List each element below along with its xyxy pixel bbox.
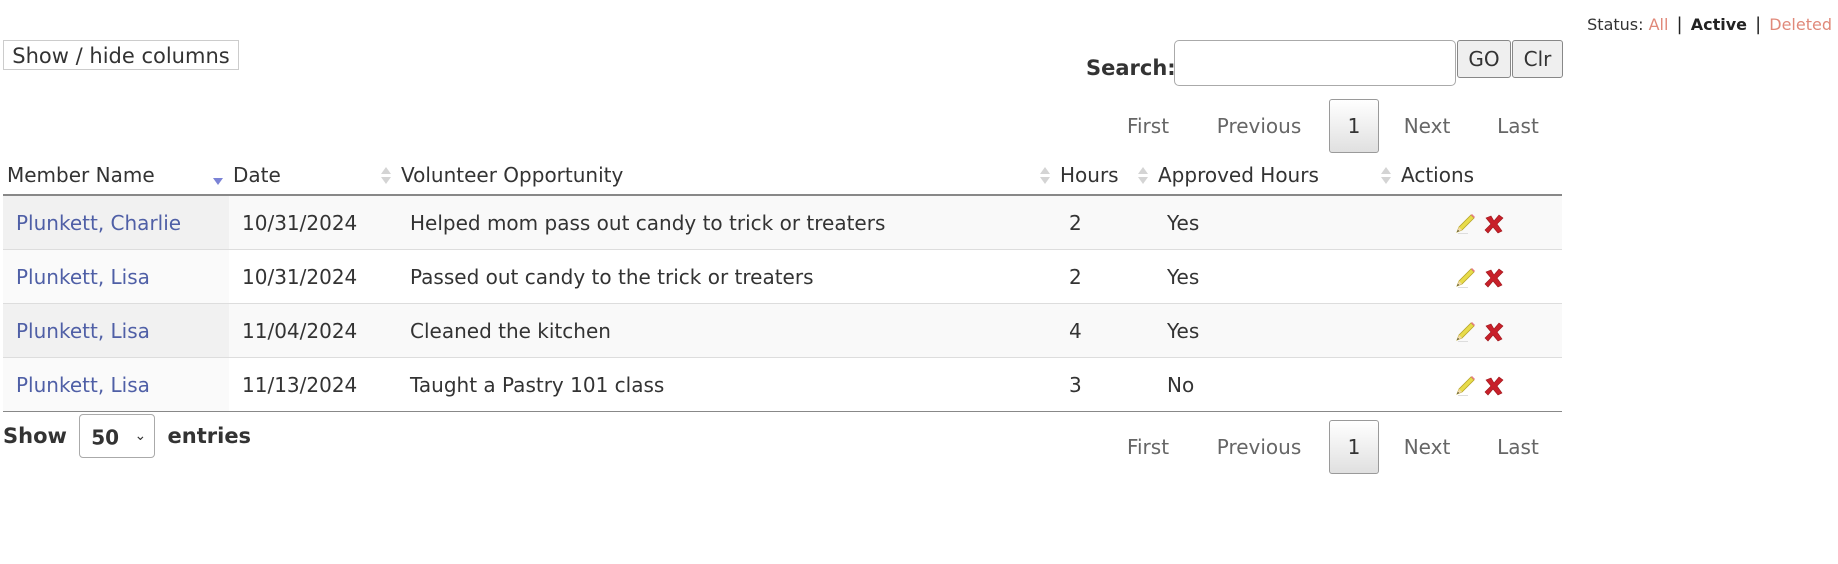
column-label: Hours bbox=[1060, 162, 1119, 187]
length-suffix: entries bbox=[167, 424, 252, 448]
pagination-page-current[interactable]: 1 bbox=[1329, 99, 1379, 153]
column-header-approved-hours[interactable]: Approved Hours bbox=[1154, 155, 1397, 196]
pagination-last[interactable]: Last bbox=[1496, 420, 1540, 474]
member-name-link[interactable]: Plunkett, Lisa bbox=[16, 265, 150, 289]
cell-hours: 3 bbox=[1056, 357, 1154, 412]
cell-date: 10/31/2024 bbox=[229, 195, 397, 250]
status-all-link[interactable]: All bbox=[1649, 15, 1669, 34]
entries-per-page-select[interactable]: 50 ⌄ bbox=[79, 414, 156, 458]
member-name-link[interactable]: Plunkett, Lisa bbox=[16, 373, 150, 397]
pagination-bottom: First Previous 1 Next Last bbox=[1100, 420, 1562, 474]
cell-approved-hours: Yes bbox=[1154, 249, 1397, 304]
cell-member-name: Plunkett, Lisa bbox=[3, 303, 229, 358]
cell-member-name: Plunkett, Charlie bbox=[3, 195, 229, 250]
cell-member-name: Plunkett, Lisa bbox=[3, 357, 229, 412]
search-clear-button[interactable]: Clr bbox=[1512, 40, 1563, 78]
column-header-actions: Actions bbox=[1397, 155, 1562, 196]
cell-approved-hours: Yes bbox=[1154, 195, 1397, 250]
pagination-next[interactable]: Next bbox=[1402, 420, 1452, 474]
cell-actions bbox=[1397, 303, 1562, 358]
column-label: Actions bbox=[1401, 162, 1475, 187]
edit-icon[interactable] bbox=[1454, 321, 1476, 343]
column-header-volunteer-opportunity[interactable]: Volunteer Opportunity bbox=[397, 155, 1056, 196]
delete-icon[interactable] bbox=[1483, 375, 1505, 397]
column-label: Member Name bbox=[7, 162, 155, 187]
edit-icon[interactable] bbox=[1454, 213, 1476, 235]
delete-icon[interactable] bbox=[1483, 267, 1505, 289]
table-row: Plunkett, Lisa 11/13/2024 Taught a Pastr… bbox=[3, 357, 1562, 412]
pagination-previous[interactable]: Previous bbox=[1212, 420, 1306, 474]
delete-icon[interactable] bbox=[1483, 213, 1505, 235]
cell-volunteer-opportunity: Cleaned the kitchen bbox=[397, 303, 1056, 358]
cell-date: 10/31/2024 bbox=[229, 249, 397, 304]
sort-desc-icon bbox=[213, 178, 223, 185]
sort-both-icon bbox=[1381, 167, 1391, 184]
status-filter: Status: All | Active | Deleted bbox=[1587, 14, 1832, 35]
column-label: Volunteer Opportunity bbox=[401, 162, 624, 187]
cell-member-name: Plunkett, Lisa bbox=[3, 249, 229, 304]
cell-hours: 2 bbox=[1056, 195, 1154, 250]
cell-actions bbox=[1397, 249, 1562, 304]
cell-date: 11/04/2024 bbox=[229, 303, 397, 358]
chevron-down-icon: ⌄ bbox=[134, 428, 147, 444]
column-label: Date bbox=[233, 162, 281, 187]
search-go-button[interactable]: GO bbox=[1457, 40, 1511, 78]
column-label: Approved Hours bbox=[1158, 162, 1319, 187]
pagination-next[interactable]: Next bbox=[1402, 99, 1452, 153]
pagination-first[interactable]: First bbox=[1124, 420, 1172, 474]
table-row: Plunkett, Charlie 10/31/2024 Helped mom … bbox=[3, 195, 1562, 250]
search-label: Search: bbox=[1086, 56, 1176, 80]
status-deleted-link[interactable]: Deleted bbox=[1769, 15, 1832, 34]
length-prefix: Show bbox=[3, 424, 67, 448]
cell-approved-hours: Yes bbox=[1154, 303, 1397, 358]
status-label: Status: bbox=[1587, 15, 1644, 34]
table-row: Plunkett, Lisa 11/04/2024 Cleaned the ki… bbox=[3, 303, 1562, 358]
cell-hours: 2 bbox=[1056, 249, 1154, 304]
cell-actions bbox=[1397, 195, 1562, 250]
column-header-date[interactable]: Date bbox=[229, 155, 397, 196]
cell-volunteer-opportunity: Passed out candy to the trick or treater… bbox=[397, 249, 1056, 304]
pagination-first[interactable]: First bbox=[1124, 99, 1172, 153]
column-header-hours[interactable]: Hours bbox=[1056, 155, 1154, 196]
pagination-page-current[interactable]: 1 bbox=[1329, 420, 1379, 474]
table-row: Plunkett, Lisa 10/31/2024 Passed out can… bbox=[3, 249, 1562, 304]
pagination-last[interactable]: Last bbox=[1496, 99, 1540, 153]
edit-icon[interactable] bbox=[1454, 375, 1476, 397]
sort-both-icon bbox=[381, 167, 391, 184]
cell-date: 11/13/2024 bbox=[229, 357, 397, 412]
pagination-top: First Previous 1 Next Last bbox=[1100, 99, 1562, 153]
sort-both-icon bbox=[1138, 167, 1148, 184]
table-header-row: Member Name Date Volunteer Opportunity H… bbox=[3, 155, 1562, 196]
cell-volunteer-opportunity: Taught a Pastry 101 class bbox=[397, 357, 1056, 412]
cell-approved-hours: No bbox=[1154, 357, 1397, 412]
length-menu: Show 50 ⌄ entries bbox=[3, 414, 251, 458]
cell-volunteer-opportunity: Helped mom pass out candy to trick or tr… bbox=[397, 195, 1056, 250]
member-name-link[interactable]: Plunkett, Lisa bbox=[16, 319, 150, 343]
sort-both-icon bbox=[1040, 167, 1050, 184]
entries-per-page-value: 50 bbox=[91, 425, 120, 450]
edit-icon[interactable] bbox=[1454, 267, 1476, 289]
search-input[interactable] bbox=[1174, 40, 1456, 86]
column-header-member-name[interactable]: Member Name bbox=[3, 155, 229, 196]
member-name-link[interactable]: Plunkett, Charlie bbox=[16, 211, 181, 235]
status-active-link[interactable]: Active bbox=[1691, 15, 1747, 34]
status-separator: | bbox=[1755, 14, 1762, 35]
status-separator: | bbox=[1676, 14, 1683, 35]
cell-actions bbox=[1397, 357, 1562, 412]
show-hide-columns-button[interactable]: Show / hide columns bbox=[3, 40, 239, 70]
pagination-previous[interactable]: Previous bbox=[1212, 99, 1306, 153]
cell-hours: 4 bbox=[1056, 303, 1154, 358]
volunteer-hours-table: Member Name Date Volunteer Opportunity H… bbox=[3, 155, 1562, 412]
delete-icon[interactable] bbox=[1483, 321, 1505, 343]
